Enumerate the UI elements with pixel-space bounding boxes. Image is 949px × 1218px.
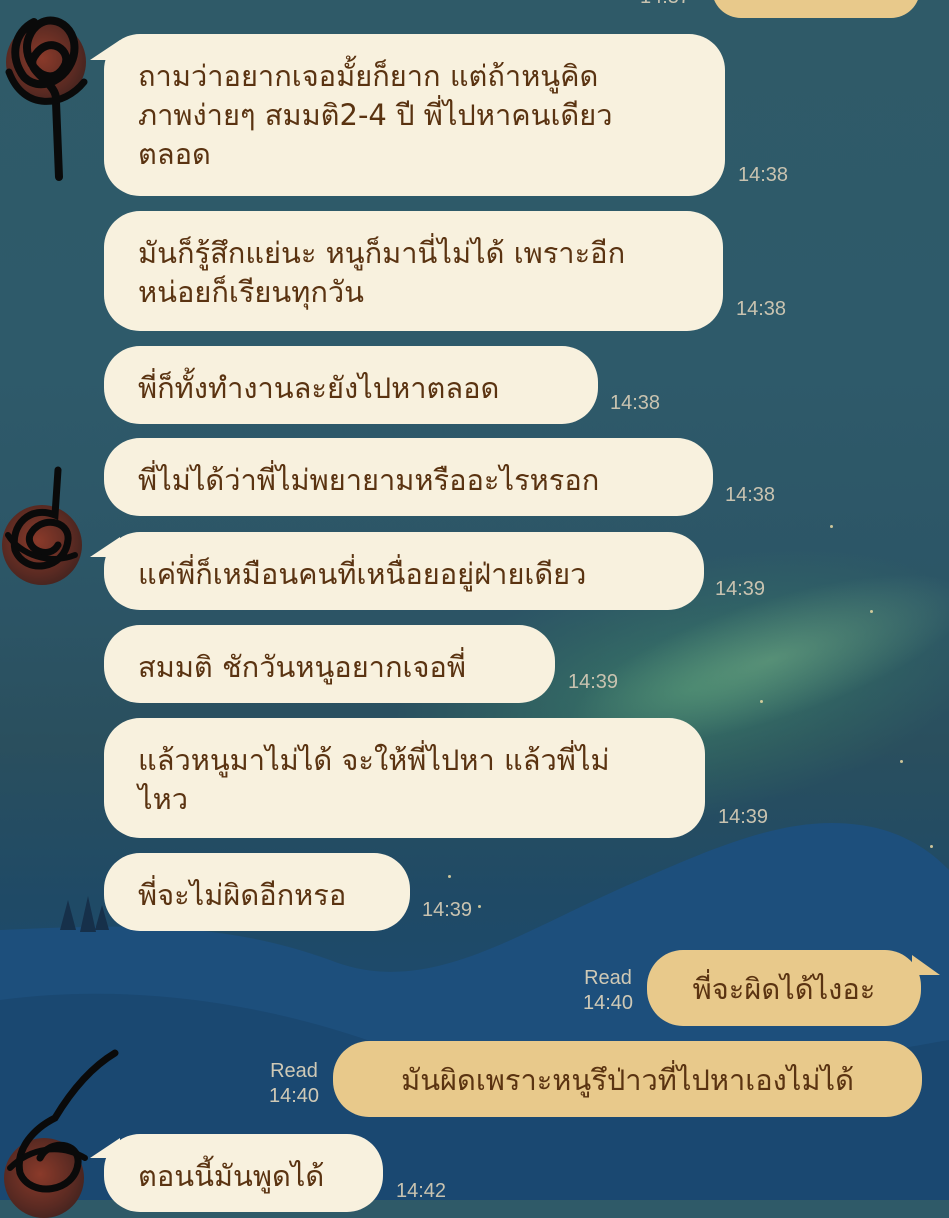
timestamp-partial: 14:37 [640,0,690,9]
message-timestamp: 14:38 [725,484,776,506]
contact-avatar-1[interactable] [4,12,94,182]
message-line: พี่ก็ทั้งทำงานละยังไปหาตลอด [138,371,500,405]
read-label: Read [270,1060,318,1082]
message-line: ตอนนี้มันพูดได้ [138,1159,325,1193]
message-timestamp: 14:39 [718,806,769,828]
message-timestamp: 14:38 [610,392,661,414]
message-line: พี่จะไม่ผิดอีกหรอ [138,878,347,912]
incoming-message-bubble[interactable]: พี่ก็ทั้งทำงานละยังไปหาตลอด [104,346,598,424]
scribble-redaction-icon [5,16,88,181]
incoming-message-bubble[interactable]: สมมติ ชักวันหนูอยากเจอพี่ [104,625,555,703]
incoming-message-bubble[interactable]: ถามว่าอยากเจอมั้ยก็ยาก แต่ถ้าหนูคิด ภาพง… [104,34,725,196]
message-line: หน่อยก็เรียนทุกวัน [138,275,364,309]
bubble-tail [912,955,940,975]
message-line: แล้วหนูมาไม่ได้ จะให้พี่ไปหา แล้วพี่ไม่ [138,743,610,777]
read-receipt: Read 14:40 [572,966,644,1016]
outgoing-message-bubble[interactable]: มันผิดเพราะหนูรึป่าวที่ไปหาเองไม่ได้ [333,1041,922,1117]
message-line: ภาพง่ายๆ สมมติ2-4 ปี พี่ไปหาคนเดียว [138,98,613,132]
read-label: Read [584,967,632,989]
outgoing-bubble-partial[interactable] [712,0,920,18]
message-timestamp: 14:39 [568,671,619,693]
scribble-redaction-icon [7,1049,119,1193]
sent-timestamp: 14:40 [582,992,634,1014]
incoming-message-bubble[interactable]: พี่ไม่ได้ว่าพี่ไม่พยายามหรืออะไรหรอก [104,438,713,516]
contact-avatar-3[interactable] [0,1048,120,1218]
incoming-message-bubble[interactable]: แล้วหนูมาไม่ได้ จะให้พี่ไปหา แล้วพี่ไม่ … [104,718,705,838]
incoming-message-bubble[interactable]: ตอนนี้มันพูดได้ [104,1134,383,1212]
message-text: มันผิดเพราะหนูรึป่าวที่ไปหาเองไม่ได้ [401,1063,854,1097]
message-line: แค่พี่ก็เหมือนคนที่เหนื่อยอยู่ฝ่ายเดียว [138,557,587,591]
incoming-message-bubble[interactable]: แค่พี่ก็เหมือนคนที่เหนื่อยอยู่ฝ่ายเดียว [104,532,704,610]
message-timestamp: 14:38 [738,164,789,186]
incoming-message-bubble[interactable]: พี่จะไม่ผิดอีกหรอ [104,853,410,931]
message-line: ตลอด [138,137,211,171]
message-timestamp: 14:38 [736,298,787,320]
message-text: พี่จะผิดได้ไงอะ [692,972,876,1006]
message-timestamp: 14:39 [715,578,766,600]
message-line: พี่ไม่ได้ว่าพี่ไม่พยายามหรืออะไรหรอก [138,463,600,497]
sent-timestamp: 14:40 [268,1085,320,1107]
outgoing-message-bubble[interactable]: พี่จะผิดได้ไงอะ [647,950,921,1026]
message-timestamp: 14:39 [422,899,473,921]
contact-avatar-2[interactable] [0,465,95,590]
scribble-redaction-icon [5,466,78,570]
message-line: ไหว [138,782,188,816]
message-line: สมมติ ชักวันหนูอยากเจอพี่ [138,650,466,684]
incoming-message-bubble[interactable]: มันก็รู้สึกแย่นะ หนูก็มานี่ไม่ได้ เพราะอ… [104,211,723,331]
message-line: ถามว่าอยากเจอมั้ยก็ยาก แต่ถ้าหนูคิด [138,59,599,93]
message-line: มันก็รู้สึกแย่นะ หนูก็มานี่ไม่ได้ เพราะอ… [138,236,626,270]
read-receipt: Read 14:40 [258,1059,330,1109]
